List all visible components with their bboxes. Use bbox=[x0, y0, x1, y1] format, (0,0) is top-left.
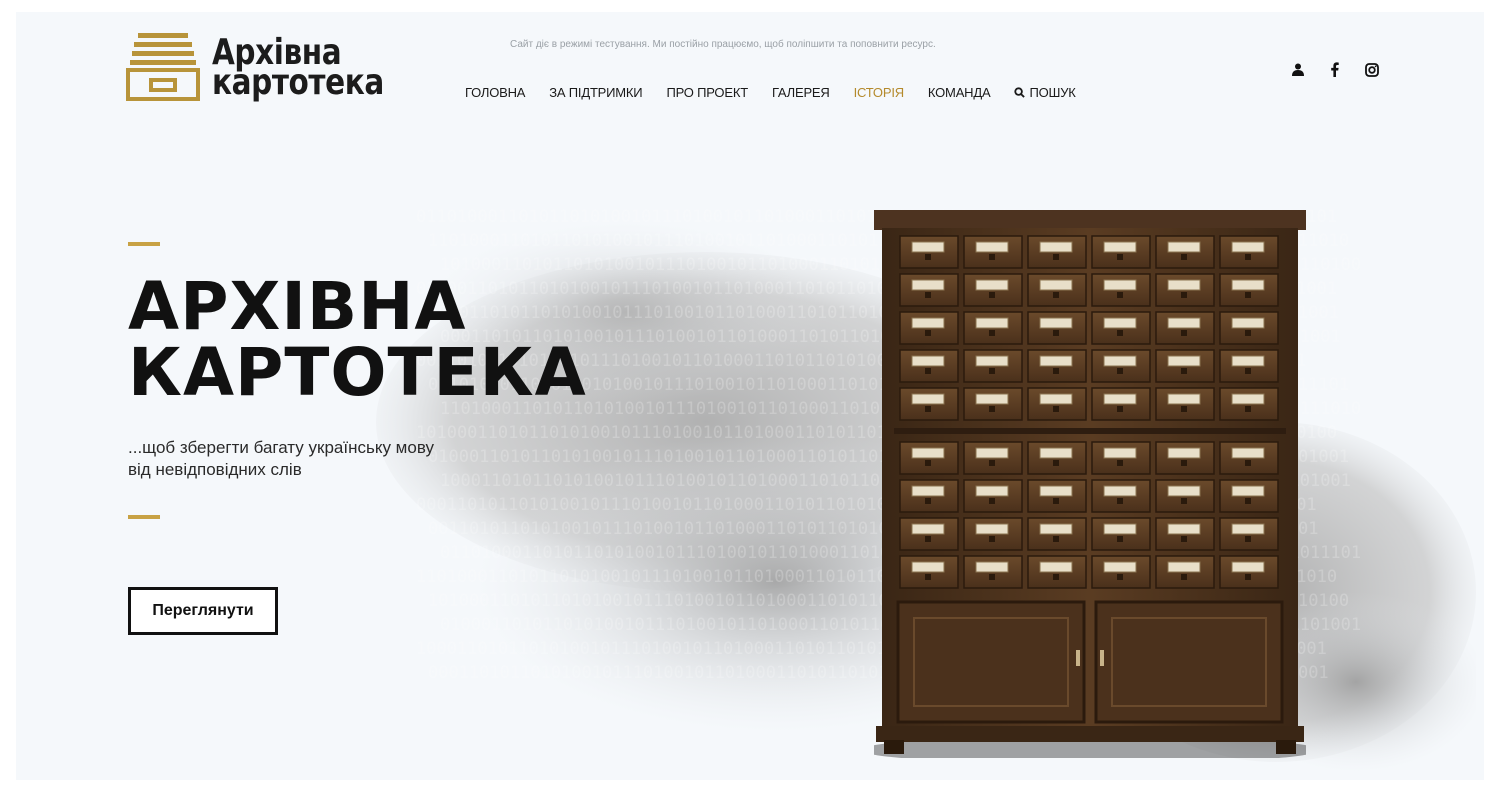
nav-search[interactable]: ПОШУК bbox=[1014, 85, 1076, 100]
hero-title-line-1: АРХІВНА bbox=[128, 268, 467, 345]
social-links bbox=[1292, 62, 1379, 82]
accent-line-top bbox=[128, 242, 160, 246]
view-button[interactable]: Переглянути bbox=[128, 587, 278, 635]
card-catalog-icon bbox=[126, 33, 200, 101]
search-icon bbox=[1014, 87, 1026, 98]
hero-subtitle: ...щоб зберегти багату українську мову в… bbox=[128, 437, 434, 481]
hero-subtitle-line-1: ...щоб зберегти багату українську мову bbox=[128, 438, 434, 457]
accent-line-bottom bbox=[128, 515, 160, 519]
brand-name: Архівна картотека bbox=[212, 35, 384, 103]
facebook-icon[interactable] bbox=[1330, 62, 1339, 82]
hero-title-line-2: КАРТОТЕКА bbox=[128, 334, 587, 411]
main-nav: ГОЛОВНА ЗА ПІДТРИМКИ ПРО ПРОЕКТ ГАЛЕРЕЯ … bbox=[465, 85, 1100, 100]
nav-team[interactable]: КОМАНДА bbox=[928, 85, 991, 100]
nav-home[interactable]: ГОЛОВНА bbox=[465, 85, 525, 100]
card-catalog-cabinet-image bbox=[874, 210, 1306, 758]
brand-line-2: картотека bbox=[212, 62, 384, 103]
instagram-icon[interactable] bbox=[1365, 62, 1379, 82]
nav-gallery[interactable]: ГАЛЕРЕЯ bbox=[772, 85, 830, 100]
testing-notice: Сайт діє в режимі тестування. Ми постійн… bbox=[510, 39, 936, 50]
site-logo[interactable]: Архівна картотека bbox=[124, 30, 384, 105]
user-icon[interactable] bbox=[1292, 63, 1304, 81]
page: 0110100011010110101001011101001011010001… bbox=[16, 12, 1484, 780]
hero-title: АРХІВНА КАРТОТЕКА bbox=[128, 274, 587, 406]
nav-support[interactable]: ЗА ПІДТРИМКИ bbox=[549, 85, 642, 100]
nav-search-label: ПОШУК bbox=[1029, 85, 1076, 100]
nav-about[interactable]: ПРО ПРОЕКТ bbox=[666, 85, 748, 100]
nav-history[interactable]: ІСТОРІЯ bbox=[854, 85, 905, 100]
hero-subtitle-line-2: від невідповідних слів bbox=[128, 460, 302, 479]
